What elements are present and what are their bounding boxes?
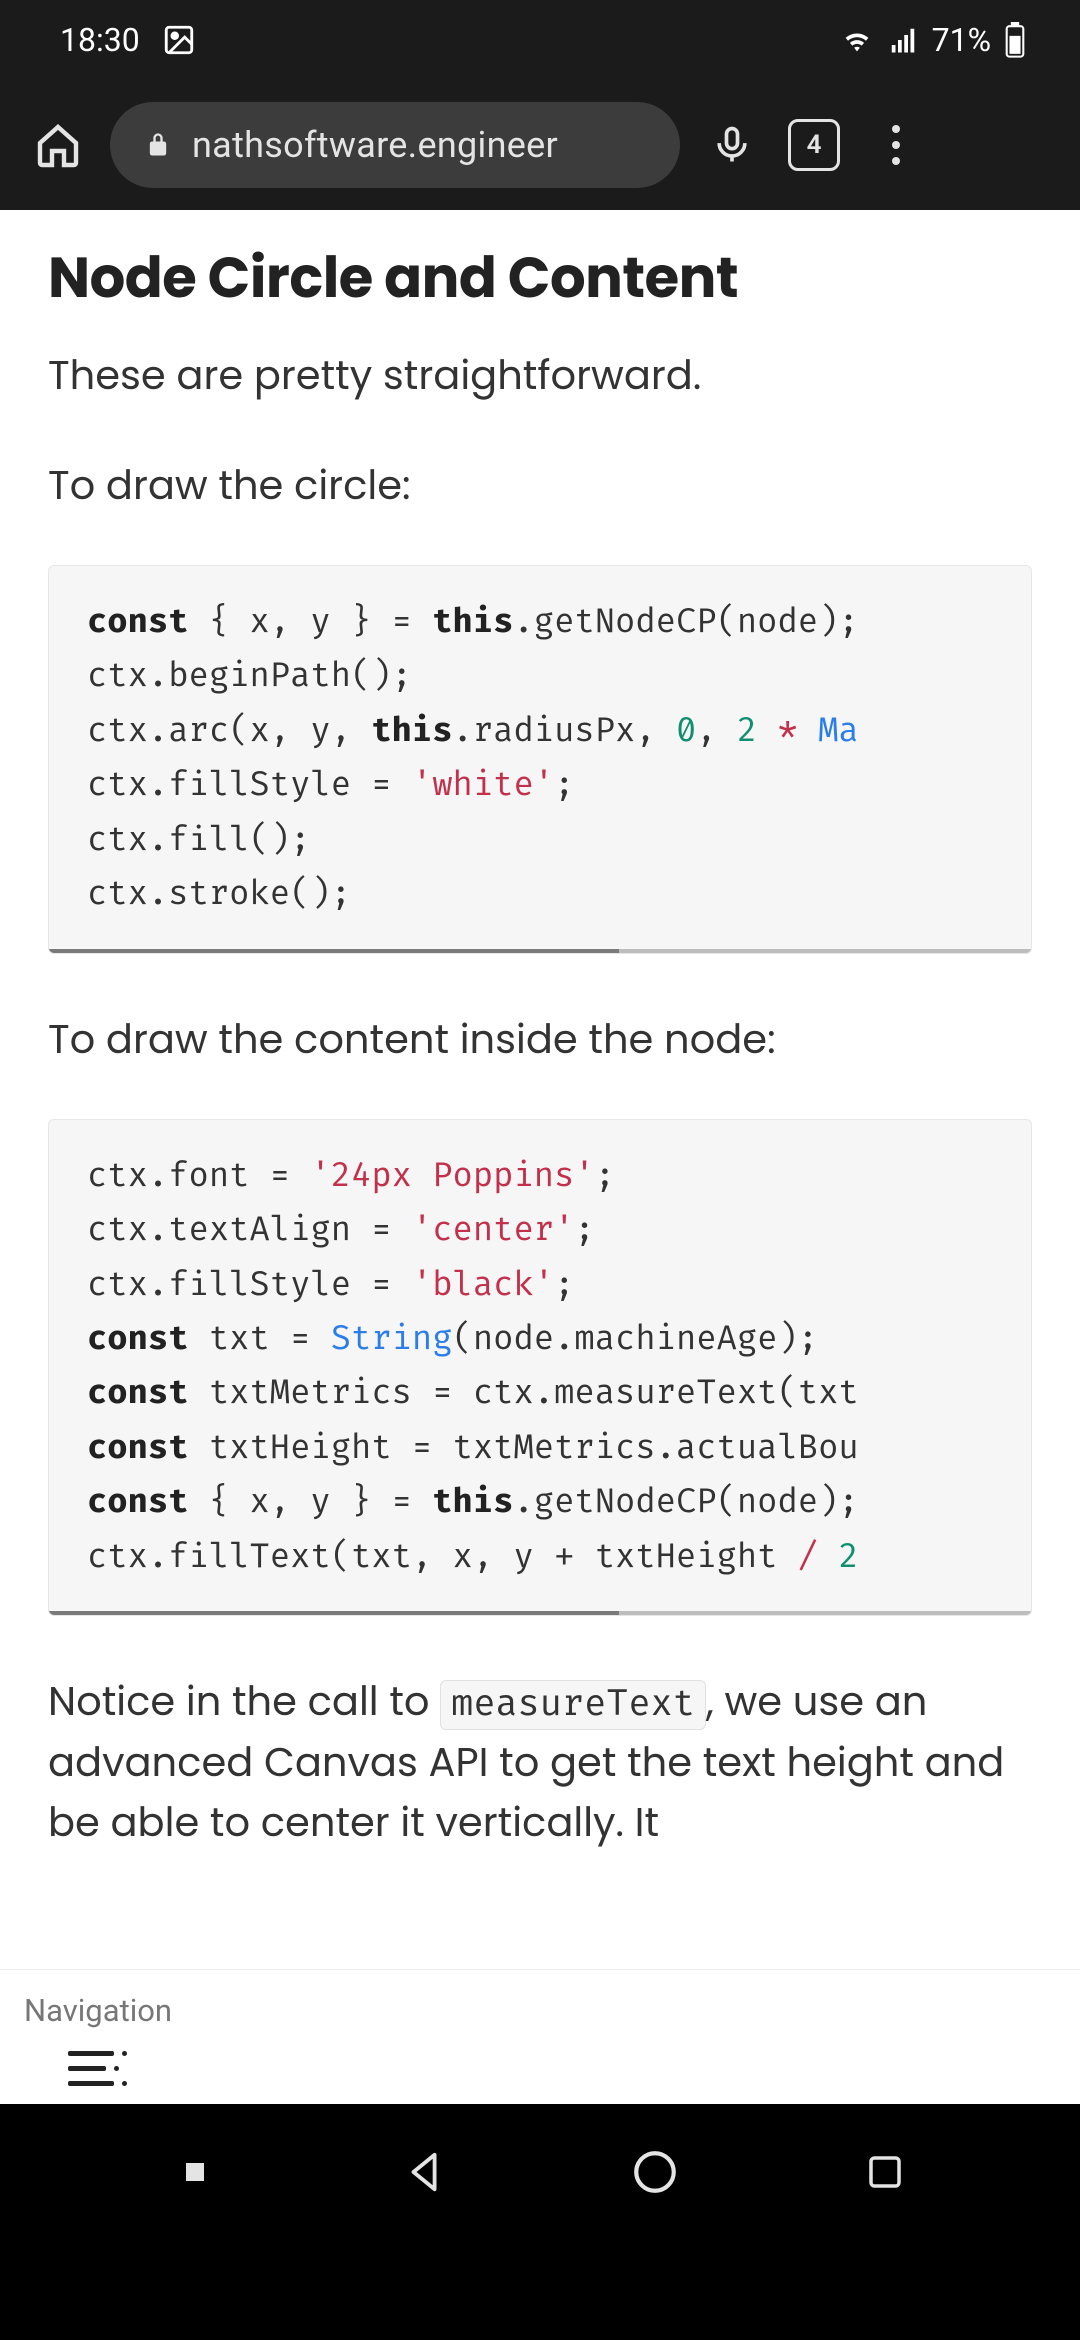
code-token (818, 1538, 838, 1578)
lock-icon (144, 131, 172, 159)
address-bar[interactable]: nathsoftware.engineer (110, 102, 680, 188)
code-token: { x, y } = (189, 1483, 433, 1523)
code-token: this (432, 603, 513, 643)
lead-in-1: To draw the circle: (48, 455, 1032, 515)
back-button[interactable] (390, 2137, 460, 2207)
url-text: nathsoftware.engineer (192, 124, 558, 166)
battery-icon (1005, 22, 1025, 58)
battery-pct: 71% (932, 21, 991, 59)
code-token: .getNodeCP(node); (513, 1483, 858, 1523)
code-token: this (371, 712, 452, 752)
code-token: ; (574, 1211, 594, 1251)
page-heading: Node Circle and Content (48, 235, 1032, 320)
lead-in-2: To draw the content inside the node: (48, 1009, 1032, 1069)
horizontal-scrollbar[interactable] (49, 949, 1031, 954)
status-time: 18:30 (60, 21, 140, 59)
tabs-button[interactable]: 4 (784, 115, 844, 175)
code-token: { x, y } = (189, 603, 433, 643)
text-fragment: Notice in the call to (48, 1673, 440, 1729)
more-menu-button[interactable] (866, 115, 926, 175)
code-token: ; (595, 1157, 615, 1197)
code-token: Ma (818, 712, 859, 752)
code-token: ctx.arc(x, y, (87, 712, 371, 752)
code-token: 2 (737, 712, 757, 752)
code-token: txtMetrics = ctx.measureText(txt (189, 1374, 859, 1414)
code-block-circle[interactable]: const { x, y } = this.getNodeCP(node); c… (48, 565, 1032, 954)
picture-icon (162, 23, 196, 57)
browser-toolbar: nathsoftware.engineer 4 (0, 80, 1080, 210)
code-token: ; (554, 1266, 574, 1306)
tab-count: 4 (807, 130, 822, 160)
contextual-button[interactable] (160, 2137, 230, 2207)
code-token: txtHeight = txtMetrics.actualBou (189, 1429, 859, 1469)
home-button[interactable] (28, 115, 88, 175)
code-token: '24px Poppins' (310, 1157, 594, 1197)
code-token: ctx.fillStyle = (87, 766, 412, 806)
code-token: this (432, 1483, 513, 1523)
code-token: 2 (838, 1538, 858, 1578)
horizontal-scrollbar[interactable] (49, 1611, 1031, 1616)
code-token: const (87, 1374, 189, 1414)
mic-button[interactable] (702, 115, 762, 175)
wifi-icon (840, 23, 874, 57)
code-token: const (87, 1320, 189, 1360)
code-token: (node.machineAge); (453, 1320, 819, 1360)
code-token: ctx.textAlign = (87, 1211, 412, 1251)
status-bar: 18:30 71% (0, 0, 1080, 80)
code-token: String (331, 1320, 453, 1360)
code-token: const (87, 1429, 189, 1469)
code-token: const (87, 1483, 189, 1523)
inline-code-measuretext: measureText (440, 1680, 706, 1730)
code-block-content[interactable]: ctx.font = '24px Poppins'; ctx.textAlign… (48, 1119, 1032, 1617)
code-token: 'center' (412, 1211, 574, 1251)
code-token: ctx.font = (87, 1157, 310, 1197)
code-token: ctx.fillText(txt, x, y + txtHeight (87, 1538, 798, 1578)
code-line: ctx.fill(); (87, 814, 1031, 868)
code-line: ctx.stroke(); (87, 868, 1031, 922)
code-token: / (798, 1538, 818, 1578)
code-token: txt = (189, 1320, 331, 1360)
closing-paragraph: Notice in the call to measureText, we us… (48, 1671, 1032, 1852)
home-button-nav[interactable] (620, 2137, 690, 2207)
navigation-label: Navigation (24, 1992, 1056, 2029)
code-token: ctx.fillStyle = (87, 1266, 412, 1306)
intro-paragraph: These are pretty straightforward. (48, 345, 1032, 405)
code-token: .radiusPx, (453, 712, 676, 752)
code-token: * (757, 712, 818, 752)
more-vert-icon (892, 125, 900, 165)
android-navigation-bar (0, 2104, 1080, 2240)
code-token: , (696, 712, 737, 752)
code-token: .getNodeCP(node); (513, 603, 858, 643)
recents-button[interactable] (850, 2137, 920, 2207)
code-token: 0 (676, 712, 696, 752)
code-token: const (87, 603, 189, 643)
webpage-viewport[interactable]: Node Circle and Content These are pretty… (0, 210, 1080, 2104)
code-token: 'black' (412, 1266, 554, 1306)
page-bottom-nav: Navigation (0, 1969, 1080, 2104)
code-token: 'white' (412, 766, 554, 806)
code-token: ; (554, 766, 574, 806)
code-line: ctx.beginPath(); (87, 650, 1031, 704)
signal-icon (888, 25, 918, 55)
toc-menu-button[interactable] (68, 2051, 128, 2086)
